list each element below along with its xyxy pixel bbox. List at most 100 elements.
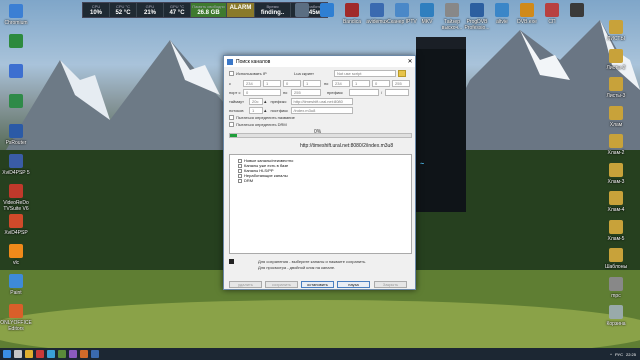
desktop-icon[interactable]: VideoReDo TVSuite V6 xyxy=(0,184,34,212)
ip-from-octet-2[interactable]: 1 xyxy=(263,80,281,87)
player-logo: ~ xyxy=(420,161,425,168)
port-to-field[interactable]: 255 xyxy=(291,89,321,96)
desktop-icon-label: Chromium xyxy=(4,20,28,26)
channel-search-dialog[interactable]: Поиск каналов ✕ Использовать IP Lua скри… xyxy=(223,55,416,290)
port-from-label: порт с xyxy=(229,90,241,95)
detect-drm-checkbox[interactable] xyxy=(229,122,234,127)
desktop-icon-image xyxy=(609,248,623,262)
postfix-label: постфикс xyxy=(270,108,289,113)
folder-icon[interactable] xyxy=(398,70,406,77)
timeout-spinner-icon[interactable]: ▴ xyxy=(264,99,267,105)
desktop-icon-image xyxy=(395,3,409,17)
threads-field[interactable]: 1 xyxy=(249,107,263,114)
detect-name-label: Пытаться определить название xyxy=(236,115,295,120)
desktop-icon-label: PsRouter xyxy=(5,140,27,146)
prefix-field[interactable]: http://timeshift.ural.net:8080 xyxy=(290,98,353,105)
search-icon[interactable] xyxy=(14,350,22,358)
desktop-icon[interactable]: mpc xyxy=(598,276,634,299)
desktop-icon-image xyxy=(9,274,23,288)
monitor-cell: CPU °C 52 °C xyxy=(110,3,137,17)
language-indicator[interactable]: РУС xyxy=(615,352,623,357)
desktop-icon-label: Хлам-3 xyxy=(607,178,625,185)
app-icon-3[interactable] xyxy=(58,350,66,358)
ip-to-octet-3[interactable]: 0 xyxy=(372,80,390,87)
ip-from-octet-4[interactable]: 1 xyxy=(303,80,321,87)
desktop-icon-image xyxy=(609,162,623,177)
save-button[interactable]: сохранить xyxy=(265,281,298,288)
desktop-icon[interactable]: Листы-2 xyxy=(598,48,634,71)
desktop-icon[interactable]: Chromium xyxy=(0,4,34,26)
detect-drm-label: Пытаться определить DRM xyxy=(236,122,287,127)
desktop-icon[interactable]: Хлам-3 xyxy=(598,162,634,185)
desktop-icon-image xyxy=(470,3,484,17)
app-icon-2[interactable] xyxy=(47,350,55,358)
desktop-icon-image xyxy=(420,3,434,17)
desktop-icon[interactable]: Хлам-2 xyxy=(598,134,634,156)
explorer-icon[interactable] xyxy=(25,350,33,358)
threads-spinner-icon[interactable]: ▴ xyxy=(264,108,267,114)
desktop-icon[interactable]: Шаблоны xyxy=(598,248,634,270)
desktop-icon[interactable] xyxy=(0,64,34,80)
desktop-icon-image xyxy=(609,105,623,120)
ip-to-octet-1[interactable]: 234 xyxy=(332,80,350,87)
use-ip-checkbox[interactable] xyxy=(229,71,234,76)
delete-button[interactable]: удалить xyxy=(229,281,262,288)
ip-to-octet-2[interactable]: 1 xyxy=(352,80,370,87)
desktop-icon-image xyxy=(570,3,584,17)
expand-icon[interactable] xyxy=(238,173,242,178)
desktop-icon-image xyxy=(345,3,359,17)
desktop-icon[interactable]: Хлам xyxy=(598,105,634,128)
desktop-icon-image xyxy=(9,64,23,78)
tree-item[interactable]: DRM xyxy=(230,178,411,183)
start-icon[interactable] xyxy=(3,350,11,358)
detect-name-checkbox[interactable] xyxy=(229,115,234,120)
desktop-icon-label: Paint xyxy=(10,290,22,296)
monitor-cell: CPU 10% xyxy=(83,3,110,17)
tray-arrow-icon[interactable]: ^ xyxy=(610,352,612,357)
port-from-field[interactable]: 0 xyxy=(243,89,281,96)
pause-button[interactable]: пауза xyxy=(337,281,370,288)
expand-icon[interactable] xyxy=(238,178,242,183)
desktop-icon[interactable]: Хлам-5 xyxy=(598,219,634,242)
dialog-titlebar[interactable]: Поиск каналов ✕ xyxy=(224,56,415,67)
background-player-window[interactable]: ~ xyxy=(416,37,466,212)
desktop-icon[interactable]: vlc xyxy=(0,244,34,266)
desktop-icon[interactable]: PsRouter xyxy=(0,124,34,146)
ip-from-octet-1[interactable]: 234 xyxy=(243,80,261,87)
app-icon-6[interactable] xyxy=(91,350,99,358)
ip-from-octet-3[interactable]: 0 xyxy=(283,80,301,87)
channel-tree[interactable]: Новые каналы/неизвестно Каналы уже есть в… xyxy=(229,154,412,254)
desktop-icon[interactable]: Корзина xyxy=(598,305,634,327)
prefix-field-2[interactable] xyxy=(349,89,379,96)
postfix-field[interactable]: /index.m3u8 xyxy=(290,107,353,114)
desktop-icon[interactable]: Листы-3 xyxy=(598,77,634,99)
app-icon-1[interactable] xyxy=(36,350,44,358)
desktop-icon[interactable] xyxy=(559,3,595,19)
close-button[interactable]: Закрыть xyxy=(374,281,407,288)
desktop-icon-image xyxy=(609,276,623,291)
close-icon[interactable]: ✕ xyxy=(405,58,415,65)
desktop-icon[interactable]: Хлам-4 xyxy=(598,191,634,213)
desktop-icon[interactable]: XviD4PSP xyxy=(0,214,34,236)
app-icon-5[interactable] xyxy=(80,350,88,358)
desktop-icon[interactable] xyxy=(0,34,34,50)
script-select[interactable]: Not use script xyxy=(334,70,396,77)
desktop-icon[interactable]: Paint xyxy=(0,274,34,296)
app-icon-4[interactable] xyxy=(69,350,77,358)
desktop-icon-label: Хлам-4 xyxy=(607,207,625,213)
desktop-icon[interactable]: XviD4PSP 5 xyxy=(0,154,34,176)
expand-icon[interactable] xyxy=(238,163,242,168)
desktop-icon-image xyxy=(9,94,23,108)
expand-icon[interactable] xyxy=(238,158,242,163)
desktop-icon[interactable]: ЛИСТЫ xyxy=(598,20,634,42)
ip-to-label: по xyxy=(324,81,329,86)
suffix-field-2[interactable] xyxy=(385,89,409,96)
desktop-icon[interactable] xyxy=(0,94,34,110)
timeout-field[interactable]: 20с xyxy=(249,98,263,105)
clock[interactable]: 22:25 xyxy=(626,352,636,357)
stop-button[interactable]: остановить xyxy=(301,281,334,288)
ip-to-octet-4[interactable]: 255 xyxy=(392,80,410,87)
expand-icon[interactable] xyxy=(238,168,242,173)
desktop-icon[interactable]: ONLYOFFICE Editors xyxy=(0,304,34,332)
player-titlebar[interactable] xyxy=(416,37,466,49)
